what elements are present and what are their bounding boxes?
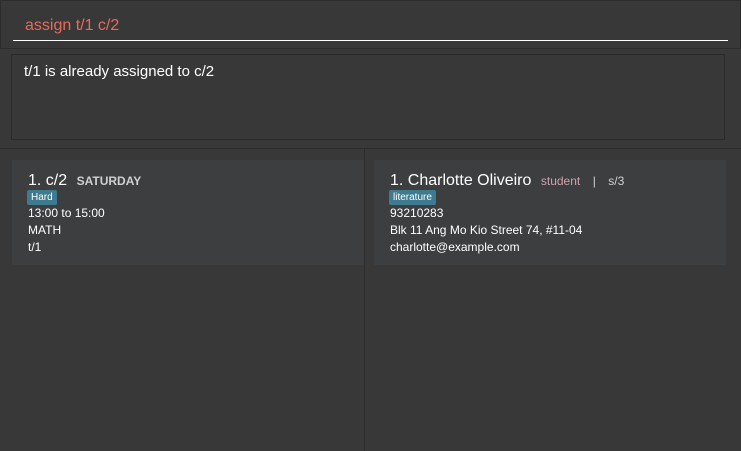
subject-tag: literature	[389, 190, 436, 205]
class-subject: MATH	[28, 223, 62, 237]
person-id: s/3	[608, 174, 625, 188]
command-box	[0, 0, 741, 49]
person-card[interactable]: 1. Charlotte Oliveiro student | s/3 lite…	[374, 160, 726, 265]
class-code: c/2	[45, 172, 68, 189]
class-list-panel[interactable]: 1. c/2 SATURDAY Hard 13:00 to 15:00 MATH…	[0, 149, 364, 451]
class-time: 13:00 to 15:00	[28, 206, 105, 220]
command-input[interactable]	[13, 11, 728, 41]
person-email: charlotte@example.com	[390, 240, 520, 254]
class-card[interactable]: 1. c/2 SATURDAY Hard 13:00 to 15:00 MATH…	[12, 160, 364, 265]
result-display: t/1 is already assigned to c/2	[11, 54, 725, 140]
class-card-header: 1. c/2 SATURDAY	[28, 172, 141, 190]
person-card-header: 1. Charlotte Oliveiro student | s/3	[390, 172, 624, 190]
person-name: Charlotte Oliveiro	[407, 172, 532, 189]
class-tutor: t/1	[28, 240, 42, 254]
class-day: SATURDAY	[76, 174, 142, 188]
result-message: t/1 is already assigned to c/2	[24, 63, 215, 80]
person-index: 1.	[390, 172, 404, 189]
person-address: Blk 11 Ang Mo Kio Street 74, #11-04	[390, 223, 583, 237]
header-separator: |	[592, 174, 596, 188]
app-window: t/1 is already assigned to c/2 1. c/2 SA…	[0, 0, 741, 451]
person-phone: 93210283	[390, 206, 444, 220]
person-role: student	[540, 174, 581, 188]
class-index: 1.	[28, 172, 42, 189]
difficulty-tag: Hard	[27, 190, 57, 205]
person-list-panel[interactable]: 1. Charlotte Oliveiro student | s/3 lite…	[365, 149, 741, 451]
